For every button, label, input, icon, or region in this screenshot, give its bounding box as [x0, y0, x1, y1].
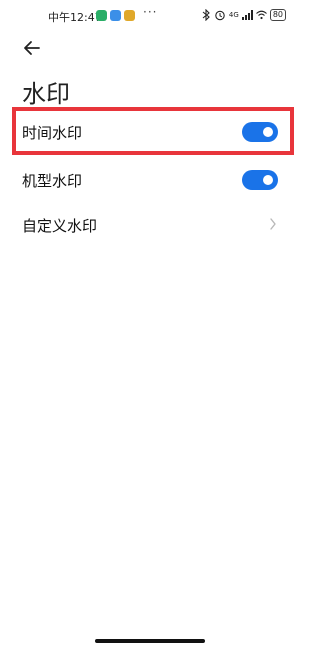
status-indicators: 4G 80: [202, 8, 286, 22]
highlight-box: [12, 107, 294, 155]
chevron-right-icon: [270, 218, 276, 230]
signal-icon: [241, 10, 253, 20]
arrow-left-icon: [24, 41, 40, 55]
toggle-knob: [263, 175, 273, 185]
status-time: 中午12:47: [48, 11, 102, 24]
wifi-icon: [255, 10, 267, 20]
status-bar: 中午12:47 ··· 4G 80: [0, 0, 300, 34]
setting-label: 自定义水印: [22, 217, 98, 235]
network-type: 4G: [228, 11, 239, 19]
model-watermark-toggle[interactable]: [242, 170, 278, 190]
page-title: 水印: [22, 80, 70, 108]
bluetooth-icon: [202, 9, 210, 21]
wechat-icon: [96, 10, 107, 21]
app-icon-blue: [110, 10, 121, 21]
home-indicator[interactable]: [95, 639, 205, 643]
app-icon-yellow: [124, 10, 135, 21]
alarm-icon: [215, 10, 225, 21]
settings-row-model-watermark[interactable]: 机型水印: [0, 158, 300, 202]
setting-label: 机型水印: [22, 172, 83, 190]
more-notifications-icon: ···: [143, 5, 158, 19]
back-button[interactable]: [20, 36, 44, 60]
battery-icon: 80: [269, 9, 286, 21]
settings-row-custom-watermark[interactable]: 自定义水印: [0, 203, 300, 247]
